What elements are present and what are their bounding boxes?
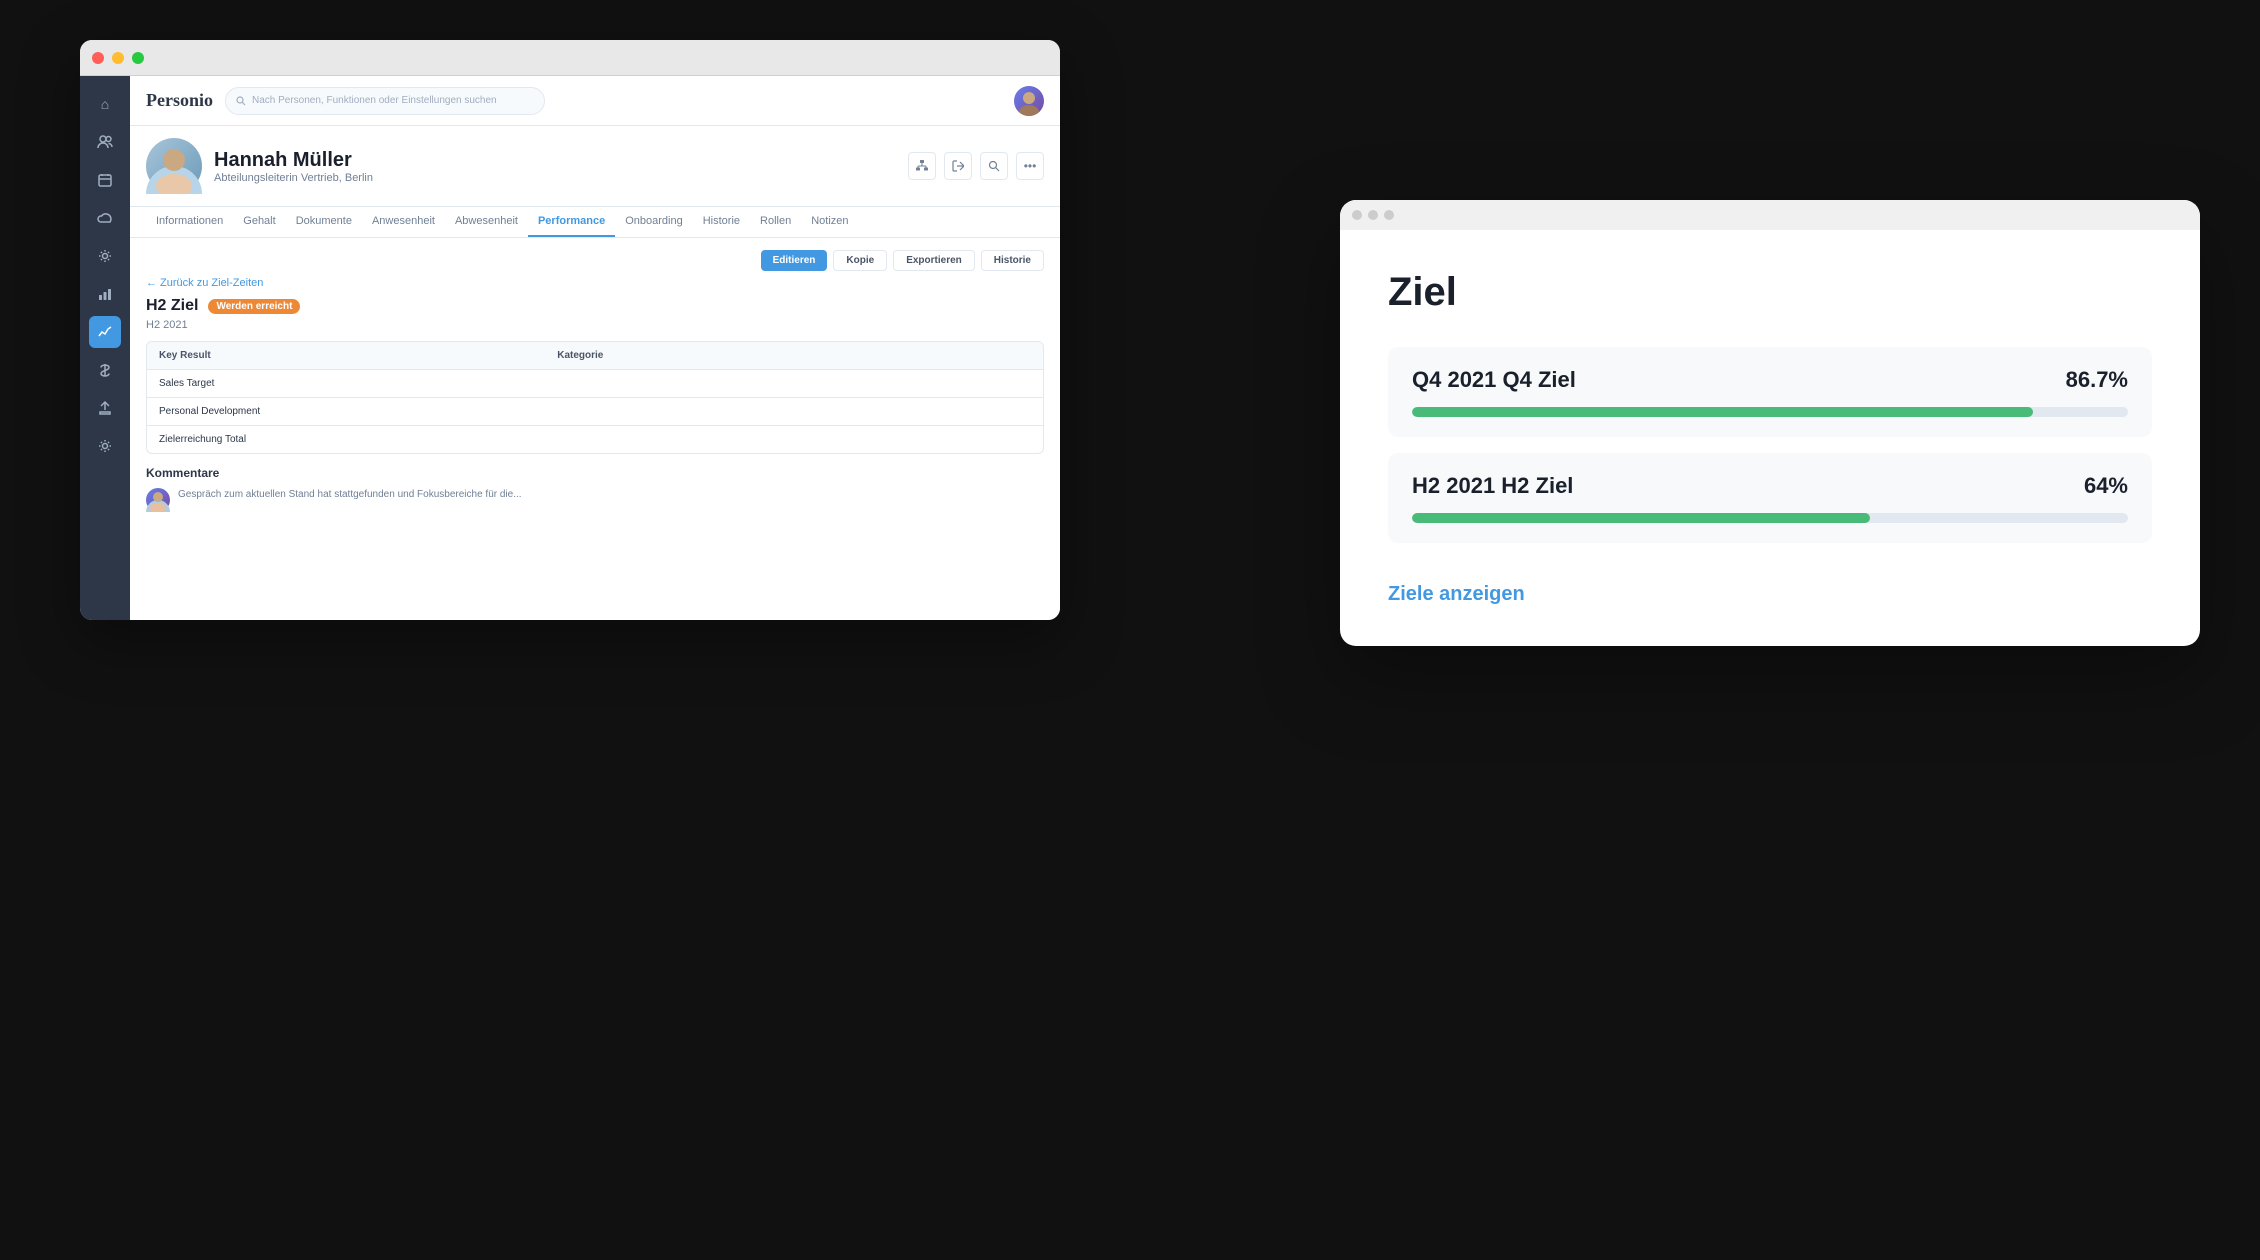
- content-area: Editieren Kopie Exportieren Historie ← Z…: [130, 238, 1060, 620]
- user-avatar[interactable]: [1014, 86, 1044, 116]
- comment-item: Gespräch zum aktuellen Stand hat stattge…: [146, 488, 1044, 512]
- browser-titlebar: [80, 40, 1060, 76]
- sidebar-icon-calendar[interactable]: [89, 164, 121, 196]
- app-area: Personio Nach Personen, Funktionen oder …: [130, 76, 1060, 620]
- goal-item-q4-pct: 86.7%: [2066, 367, 2128, 393]
- traffic-light-red[interactable]: [92, 52, 104, 64]
- traffic-light-green[interactable]: [132, 52, 144, 64]
- tab-historie[interactable]: Historie: [693, 207, 750, 237]
- modal-titlebar: [1340, 200, 2200, 230]
- sidebar-icon-chart-bar[interactable]: [89, 278, 121, 310]
- sidebar-icon-home[interactable]: ⌂: [89, 88, 121, 120]
- tab-onboarding[interactable]: Onboarding: [615, 207, 693, 237]
- topbar-right: [1014, 86, 1044, 116]
- sidebar: ⌂: [80, 76, 130, 620]
- goal-title: H2 Ziel: [146, 297, 198, 315]
- tab-performance[interactable]: Performance: [528, 207, 615, 237]
- comment-avatar: [146, 488, 170, 512]
- header-extra: [844, 342, 1043, 369]
- comments-title: Kommentare: [146, 466, 1044, 480]
- org-chart-button[interactable]: [908, 152, 936, 180]
- goal-header: H2 Ziel Werden erreicht: [146, 297, 1044, 315]
- modal-card: Ziel Q4 2021 Q4 Ziel 86.7% H2 2021 H2 Zi…: [1340, 200, 2200, 646]
- goal-item-q4-progress-bg: [1412, 407, 2128, 417]
- topbar: Personio Nach Personen, Funktionen oder …: [130, 76, 1060, 126]
- sidebar-icon-gear[interactable]: [89, 430, 121, 462]
- browser-content: ⌂: [80, 76, 1060, 620]
- modal-dot-1: [1352, 210, 1362, 220]
- browser-window-back: ⌂: [80, 40, 1060, 620]
- export-button[interactable]: Exportieren: [893, 250, 975, 271]
- comments-section: Kommentare Gespräch zum aktuellen Stand …: [146, 466, 1044, 512]
- ziele-anzeigen-link[interactable]: Ziele anzeigen: [1388, 583, 1525, 606]
- row-1-key-result: Sales Target: [147, 370, 545, 397]
- search-placeholder: Nach Personen, Funktionen oder Einstellu…: [252, 95, 497, 106]
- tab-abwesenheit[interactable]: Abwesenheit: [445, 207, 528, 237]
- tab-rollen[interactable]: Rollen: [750, 207, 801, 237]
- row-1-kategorie: [545, 370, 844, 397]
- sidebar-icon-cloud[interactable]: [89, 202, 121, 234]
- goal-badge: Werden erreicht: [208, 299, 300, 314]
- goal-item-h2-pct: 64%: [2084, 473, 2128, 499]
- header-kategorie: Kategorie: [545, 342, 844, 369]
- modal-dot-3: [1384, 210, 1394, 220]
- goal-item-q4-name: Q4 2021 Q4 Ziel: [1412, 367, 1576, 393]
- row-3-extra: [844, 426, 1043, 453]
- search-bar[interactable]: Nach Personen, Funktionen oder Einstellu…: [225, 87, 545, 115]
- login-button[interactable]: [944, 152, 972, 180]
- row-2-kategorie: [545, 398, 844, 425]
- edit-button[interactable]: Editieren: [761, 250, 828, 271]
- table-row: Zielerreichung Total: [147, 426, 1043, 453]
- modal-content: Ziel Q4 2021 Q4 Ziel 86.7% H2 2021 H2 Zi…: [1340, 230, 2200, 646]
- sidebar-icon-upload[interactable]: [89, 392, 121, 424]
- profile-actions: •••: [908, 152, 1044, 180]
- more-options-button[interactable]: •••: [1016, 152, 1044, 180]
- profile-avatar: [146, 138, 202, 194]
- sidebar-icon-users[interactable]: [89, 126, 121, 158]
- row-1-extra: [844, 370, 1043, 397]
- modal-title: Ziel: [1388, 270, 2152, 315]
- goal-item-h2-header: H2 2021 H2 Ziel 64%: [1412, 473, 2128, 499]
- profile-role: Abteilungsleiterin Vertrieb, Berlin: [214, 172, 373, 184]
- modal-dot-2: [1368, 210, 1378, 220]
- table-row: Personal Development: [147, 398, 1043, 426]
- header-key-result: Key Result: [147, 342, 545, 369]
- tab-notizen[interactable]: Notizen: [801, 207, 858, 237]
- sidebar-icon-performance-chart[interactable]: [89, 316, 121, 348]
- profile-header: Hannah Müller Abteilungsleiterin Vertrie…: [130, 126, 1060, 207]
- comment-text: Gespräch zum aktuellen Stand hat stattge…: [178, 488, 522, 502]
- table-row: Sales Target: [147, 370, 1043, 398]
- more-dots-icon: •••: [1024, 159, 1037, 173]
- history-button[interactable]: Historie: [981, 250, 1044, 271]
- nav-tabs: Informationen Gehalt Dokumente Anwesenhe…: [130, 207, 1060, 238]
- search-profile-button[interactable]: [980, 152, 1008, 180]
- goal-item-h2: H2 2021 H2 Ziel 64%: [1388, 453, 2152, 543]
- tab-gehalt[interactable]: Gehalt: [233, 207, 285, 237]
- goal-item-h2-progress-fill: [1412, 513, 1870, 523]
- key-results-table: Key Result Kategorie Sales Target Person…: [146, 341, 1044, 454]
- back-link[interactable]: ← Zurück zu Ziel-Zeiten: [146, 277, 1044, 289]
- row-2-key-result: Personal Development: [147, 398, 545, 425]
- logo: Personio: [146, 90, 213, 111]
- row-2-extra: [844, 398, 1043, 425]
- goal-item-q4: Q4 2021 Q4 Ziel 86.7%: [1388, 347, 2152, 437]
- copy-button[interactable]: Kopie: [833, 250, 887, 271]
- action-row: Editieren Kopie Exportieren Historie: [146, 250, 1044, 271]
- traffic-light-yellow[interactable]: [112, 52, 124, 64]
- profile-info: Hannah Müller Abteilungsleiterin Vertrie…: [214, 149, 373, 184]
- tab-dokumente[interactable]: Dokumente: [286, 207, 362, 237]
- sidebar-icon-settings-cog[interactable]: [89, 240, 121, 272]
- sidebar-icon-dollar[interactable]: [89, 354, 121, 386]
- goal-period: H2 2021: [146, 319, 1044, 331]
- tab-anwesenheit[interactable]: Anwesenheit: [362, 207, 445, 237]
- profile-name: Hannah Müller: [214, 149, 373, 172]
- goal-item-h2-progress-bg: [1412, 513, 2128, 523]
- goal-item-q4-progress-fill: [1412, 407, 2033, 417]
- row-3-key-result: Zielerreichung Total: [147, 426, 545, 453]
- goal-item-h2-name: H2 2021 H2 Ziel: [1412, 473, 1573, 499]
- row-3-kategorie: [545, 426, 844, 453]
- tab-informationen[interactable]: Informationen: [146, 207, 233, 237]
- table-header: Key Result Kategorie: [147, 342, 1043, 370]
- goal-item-q4-header: Q4 2021 Q4 Ziel 86.7%: [1412, 367, 2128, 393]
